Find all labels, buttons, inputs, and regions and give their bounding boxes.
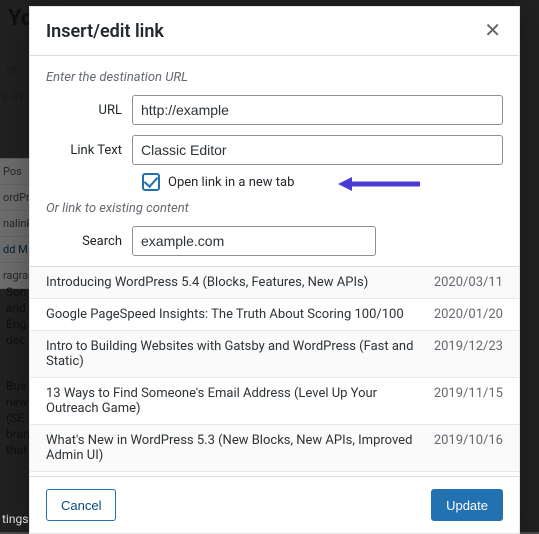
existing-content-hint: Or link to existing content: [46, 201, 503, 216]
result-item[interactable]: What's New in WordPress 5.3 (New Blocks,…: [30, 425, 519, 472]
result-title: Google PageSpeed Insights: The Truth Abo…: [46, 307, 422, 322]
insert-link-dialog: Insert/edit link ✕ Enter the destination…: [29, 6, 520, 534]
url-label: URL: [46, 103, 132, 118]
open-new-tab-checkbox[interactable]: [142, 173, 160, 191]
search-results: Introducing WordPress 5.4 (Blocks, Featu…: [30, 266, 519, 472]
cancel-button[interactable]: Cancel: [46, 489, 116, 521]
result-item[interactable]: 13 Ways to Find Someone's Email Address …: [30, 378, 519, 425]
search-input[interactable]: [132, 226, 376, 256]
result-title: What's New in WordPress 5.3 (New Blocks,…: [46, 433, 422, 463]
result-date: 2020/03/11: [434, 275, 503, 290]
url-input[interactable]: [132, 95, 503, 125]
destination-url-hint: Enter the destination URL: [46, 70, 503, 85]
result-title: 13 Ways to Find Someone's Email Address …: [46, 386, 422, 416]
close-icon: ✕: [484, 20, 501, 42]
bg-footer: tings: [2, 512, 28, 526]
dialog-header: Insert/edit link ✕: [30, 7, 519, 56]
update-button[interactable]: Update: [431, 489, 503, 521]
search-row: Search: [46, 226, 503, 256]
result-date: 2019/10/16: [434, 433, 503, 463]
open-new-tab-label: Open link in a new tab: [168, 175, 294, 190]
search-label: Search: [46, 234, 132, 249]
open-new-tab-row: Open link in a new tab: [142, 173, 503, 191]
result-date: 2019/11/15: [434, 386, 503, 416]
linktext-row: Link Text: [46, 135, 503, 165]
annotation-arrow-icon: [338, 175, 420, 193]
close-button[interactable]: ✕: [478, 17, 507, 45]
result-title: Introducing WordPress 5.4 (Blocks, Featu…: [46, 275, 422, 290]
result-date: 2020/01/20: [434, 307, 503, 322]
result-item[interactable]: Intro to Building Websites with Gatsby a…: [30, 331, 519, 378]
result-title: Intro to Building Websites with Gatsby a…: [46, 339, 422, 369]
dialog-footer: Cancel Update: [30, 476, 519, 533]
result-item[interactable]: Google PageSpeed Insights: The Truth Abo…: [30, 299, 519, 331]
dialog-title: Insert/edit link: [46, 21, 164, 42]
result-date: 2019/12/23: [434, 339, 503, 369]
url-row: URL: [46, 95, 503, 125]
linktext-label: Link Text: [46, 143, 132, 158]
linktext-input[interactable]: [132, 135, 503, 165]
result-item[interactable]: Introducing WordPress 5.4 (Blocks, Featu…: [30, 267, 519, 299]
